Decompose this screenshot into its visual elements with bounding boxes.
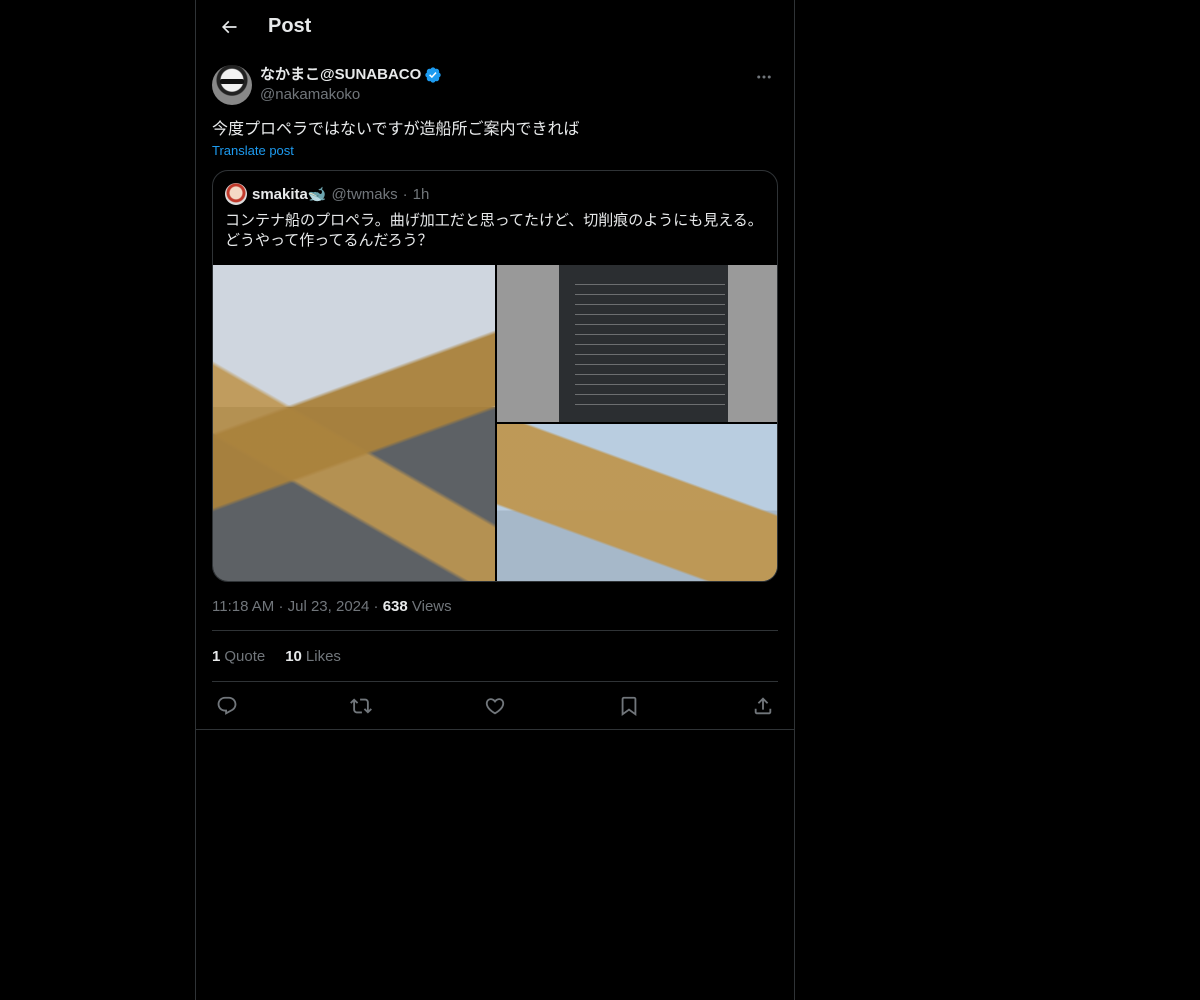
like-icon[interactable] [484, 695, 506, 717]
bottom-divider [196, 729, 794, 730]
reply-icon[interactable] [216, 695, 238, 717]
quote-separator: · [402, 185, 408, 203]
quotes-stat[interactable]: 1 Quote [212, 648, 265, 665]
quote-time: 1h [412, 185, 430, 203]
post-text: 今度プロペラではないですが造船所ご案内できれば [212, 121, 580, 138]
avatar[interactable] [212, 65, 252, 105]
author-handle[interactable]: @nakamakoko [260, 85, 442, 105]
quoted-post[interactable]: smakita🐋 @twmaks · 1h コンテナ船のプロペラ。曲げ加工だと思… [212, 170, 778, 582]
plaque-photo[interactable] [497, 265, 777, 422]
author-row: なかまこ@SUNABACO @nakamakoko [212, 65, 778, 105]
page-title: Post [268, 15, 312, 37]
likes-stat[interactable]: 10 Likes [285, 648, 341, 665]
verified-badge-icon [425, 67, 441, 83]
quote-author-name: smakita🐋 [252, 186, 327, 203]
propeller-photo[interactable] [213, 265, 495, 581]
plaque-inscription [575, 275, 725, 405]
quote-text-line-1: コンテナ船のプロペラ。曲げ加工だと思ってたけど、切削痕のようにも見える。 [225, 212, 763, 229]
engagement-stats: 1 Quote 10 Likes [212, 631, 778, 682]
header: Post [196, 0, 794, 53]
author-info: なかまこ@SUNABACO @nakamakoko [260, 65, 442, 105]
quote-header: smakita🐋 @twmaks · 1h [213, 171, 777, 205]
share-icon[interactable] [752, 695, 774, 717]
quote-avatar [225, 183, 247, 205]
more-button[interactable] [750, 67, 778, 87]
post-date[interactable]: Jul 23, 2024 [288, 598, 370, 615]
back-button[interactable] [212, 10, 246, 44]
propeller-hub-photo[interactable] [497, 424, 777, 581]
author-name[interactable]: なかまこ@SUNABACO [260, 65, 421, 85]
back-arrow-icon [221, 20, 237, 33]
post-metadata: 11:18 AM · Jul 23, 2024 · 638 Views [212, 598, 778, 631]
likes-label: Likes [305, 648, 341, 665]
post-column: Post なかまこ@SUNABACO @nakamakoko 今度プロペラではな… [195, 0, 795, 1000]
post-time[interactable]: 11:18 AM [212, 598, 274, 615]
post: なかまこ@SUNABACO @nakamakoko 今度プロペラではないですが造… [196, 65, 794, 730]
quote-author-handle: @twmaks [331, 185, 398, 203]
media-grid [213, 265, 777, 581]
likes-count: 10 [285, 648, 302, 665]
quotes-label: Quote [224, 648, 266, 665]
action-bar [212, 682, 778, 729]
name-row: なかまこ@SUNABACO [260, 65, 442, 85]
meta-separator: · [278, 598, 288, 615]
quote-text: コンテナ船のプロペラ。曲げ加工だと思ってたけど、切削痕のようにも見える。 どうや… [213, 205, 777, 265]
views-count: 638 [382, 598, 408, 615]
more-icon [757, 75, 771, 79]
quotes-count: 1 [212, 648, 221, 665]
repost-icon[interactable] [350, 695, 372, 717]
quote-text-line-2: どうやって作ってるんだろう？ [225, 232, 433, 249]
bookmark-icon[interactable] [618, 695, 640, 717]
views-label: Views [411, 598, 452, 615]
meta-separator: · [373, 598, 383, 615]
translate-post-link[interactable]: Translate post [212, 143, 294, 158]
